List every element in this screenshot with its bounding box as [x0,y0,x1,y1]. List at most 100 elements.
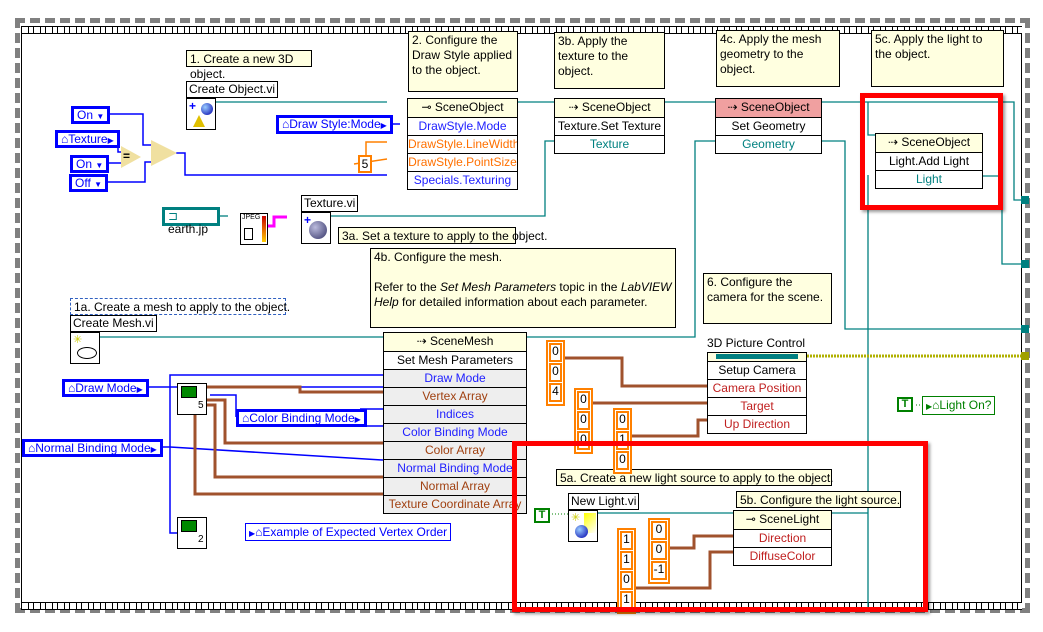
ring-value: Draw Mode [75,381,137,395]
text: Refer to the [374,280,441,294]
file-icon [244,228,253,240]
method-name: Setup Camera [708,362,806,380]
create-mesh-label: Create Mesh.vi [70,315,157,332]
setup-camera-invoke-node[interactable]: Setup Camera Camera Position Target Up D… [707,352,807,434]
array-element[interactable]: 4 [549,383,562,402]
property-draw-style-mode[interactable]: DrawStyle.Mode [408,118,517,136]
subvi-index: 5 [198,400,204,411]
picture-control-label: 3D Picture Control [707,336,806,350]
on-enum-constant[interactable]: On ▼ [71,106,111,124]
point-size-constant[interactable]: 5 [358,155,372,173]
example-vertex-order-indicator[interactable]: ▶⌂Example of Expected Vertex Order [245,523,452,541]
node-header [708,353,806,362]
node-class: SceneObject [434,100,504,114]
node-header: ⊸ SceneObject [408,99,517,118]
comment-step2: 2. Configure the Draw Style applied to t… [408,31,518,92]
textured-sphere-icon [309,221,327,239]
invoke-icon: ⇢ [727,100,741,114]
comment-step4b-title: 4b. Configure the mesh. [374,250,503,264]
graph-icon [181,520,197,532]
node-header: ⇢ SceneObject [716,99,821,118]
plus-icon: + [189,99,197,113]
true-constant[interactable]: T [897,397,913,412]
property-icon: ⊸ [421,100,435,114]
tunnel [1021,196,1029,204]
jpeg-label: JPEG [242,214,261,221]
create-mesh-vi[interactable]: ✳ [70,332,100,364]
texture-vi[interactable]: + [301,212,331,244]
param-target[interactable]: Target [708,398,806,416]
select-function[interactable] [151,140,177,166]
array-element[interactable]: 0 [616,411,629,430]
comment-step3b: 3b. Apply the texture to the object. [554,32,665,89]
param-vertex-array[interactable]: Vertex Array [384,388,526,406]
param-texture[interactable]: Texture [555,136,664,153]
param-color-binding-mode[interactable]: Color Binding Mode [384,424,526,442]
param-color-array[interactable]: Color Array [384,442,526,460]
comment-step1: 1. Create a new 3D object. [186,50,312,81]
text-italic: Set Mesh Parameters [440,280,557,294]
param-draw-mode[interactable]: Draw Mode [384,370,526,388]
path-value: earth.jp [168,222,209,236]
draw-mode-constant[interactable]: ⌂Draw Mode▶ [62,379,149,397]
property-point-size[interactable]: DrawStyle.PointSize [408,154,517,172]
ring-value: Texture [68,132,108,146]
array-element[interactable]: 0 [549,343,562,362]
arrow-right-icon: ▶ [150,445,157,454]
node-class: SceneObject [740,100,810,114]
wire-enum [162,446,177,534]
on-enum-constant-2[interactable]: On ▼ [70,155,110,173]
highlight-add-light [860,93,1003,210]
set-texture-invoke-node[interactable]: ⇢ SceneObject Texture.Set Texture Textur… [554,98,665,154]
arrow-right-icon: ▶ [136,385,143,394]
create-object-label: Create Object.vi [186,81,279,98]
param-camera-position[interactable]: Camera Position [708,380,806,398]
array-element[interactable]: 0 [549,363,562,382]
read-jpeg-vi[interactable]: JPEG [240,213,268,245]
camera-position-array[interactable]: 004 [546,340,565,406]
param-texture-coordinate-array[interactable]: Texture Coordinate Array [384,496,526,513]
draw-style-mode-constant[interactable]: ⌂Draw Style:Mode▶ [276,115,393,134]
invoke-icon: ⇢ [568,100,582,114]
tunnel [1021,352,1029,360]
path-constant[interactable]: ⊐ earth.jp [162,207,220,236]
wire-enum [169,446,384,461]
method-name: Set Mesh Parameters [384,352,526,370]
array-element[interactable]: 0 [577,391,590,410]
comment-step4c: 4c. Apply the mesh geometry to the objec… [716,30,840,87]
normal-binding-mode-constant[interactable]: ⌂Normal Binding Mode▶ [22,439,163,457]
param-normal-binding-mode[interactable]: Normal Binding Mode [384,460,526,478]
enum-value: On [76,157,93,171]
indicator-label: Light On? [939,398,992,412]
draw-style-property-node[interactable]: ⊸ SceneObject DrawStyle.Mode DrawStyle.L… [407,98,518,190]
vertex-example-subvi-5[interactable]: 5 [177,383,207,415]
light-on-indicator[interactable]: ▶⌂Light On? [922,396,996,415]
array-element[interactable]: 0 [577,411,590,430]
tunnel [1021,260,1029,268]
indicator-label: Example of Expected Vertex Order [262,525,448,539]
ring-value: Color Binding Mode [249,411,355,425]
create-object-vi[interactable]: + [186,98,216,130]
vertex-example-subvi-2[interactable]: 2 [177,517,207,549]
wire-array [564,356,707,388]
param-geometry[interactable]: Geometry [716,136,821,153]
property-line-width[interactable]: DrawStyle.LineWidth [408,136,517,154]
off-enum-constant[interactable]: Off ▼ [69,174,109,192]
param-indices[interactable]: Indices [384,406,526,424]
tunnel [1021,325,1029,333]
invoke-icon: ⇢ [416,334,430,348]
path-icon: ⊐ [168,209,179,223]
color-binding-mode-constant[interactable]: ⌂Color Binding Mode▶ [236,409,367,427]
picture-refnum-icon [716,354,798,359]
method-name: Set Geometry [716,118,821,136]
text: topic in the [556,280,621,294]
property-texturing[interactable]: Specials.Texturing [408,172,517,189]
set-geometry-invoke-node[interactable]: ⇢ SceneObject Set Geometry Geometry [715,98,822,154]
texture-ring-constant[interactable]: ⌂Texture▶ [55,130,120,148]
comment-step3a: 3a. Set a texture to apply to the object… [338,227,547,244]
param-up-direction[interactable]: Up Direction [708,416,806,433]
set-mesh-parameters-node[interactable]: ⇢ SceneMesh Set Mesh Parameters Draw Mod… [383,332,527,514]
arrow-right-icon: ▶ [354,415,361,424]
param-normal-array[interactable]: Normal Array [384,478,526,496]
node-header: ⇢ SceneObject [555,99,664,118]
